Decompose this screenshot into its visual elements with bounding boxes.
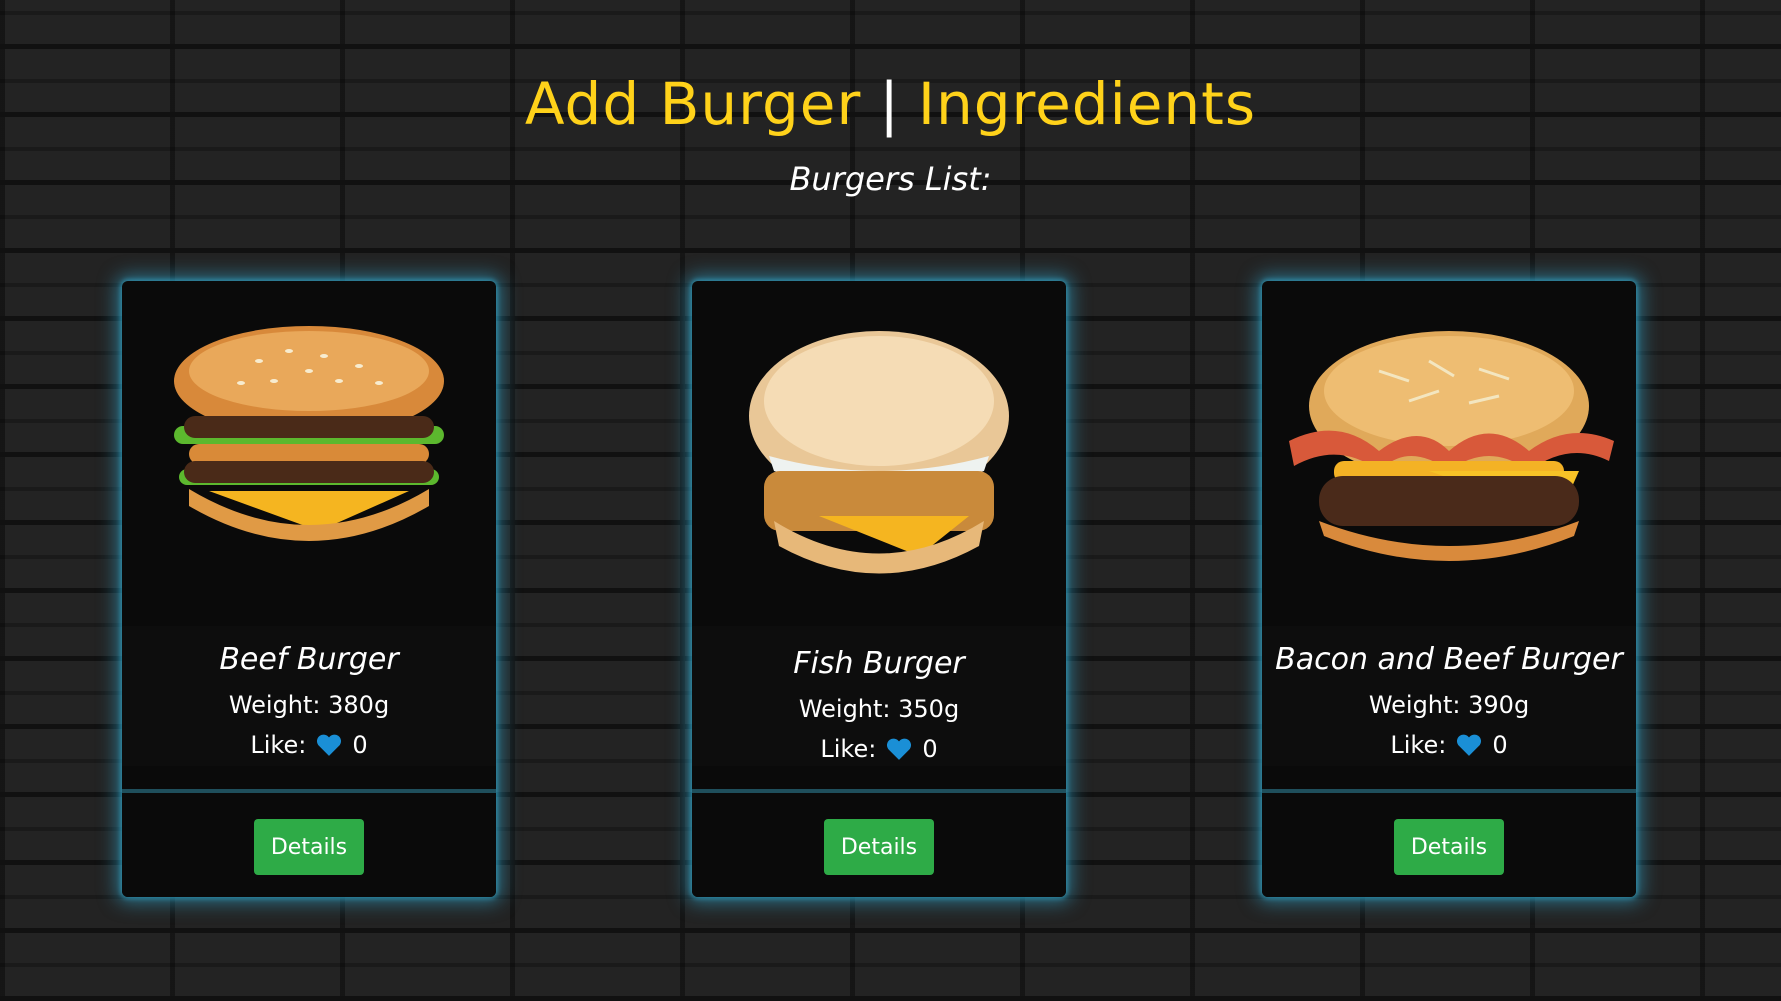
like-count: 0 bbox=[1492, 731, 1508, 759]
burger-weight: Weight: 390g bbox=[1368, 691, 1530, 719]
bacon-beef-burger-image bbox=[1289, 331, 1614, 561]
details-button[interactable]: Details bbox=[1394, 819, 1504, 875]
burger-weight: Weight: 380g bbox=[228, 691, 390, 719]
card-footer: Details bbox=[1262, 789, 1636, 897]
burger-info-fish: Fish Burger Weight: 350g Like: 0 bbox=[692, 626, 1066, 766]
add-burger-link[interactable]: Add Burger bbox=[525, 70, 861, 138]
burger-image-bacon-beef bbox=[1262, 281, 1636, 621]
heart-icon[interactable] bbox=[886, 737, 912, 761]
big-mac-burger-image bbox=[174, 326, 444, 541]
top-nav: Add Burger | Ingredients bbox=[0, 70, 1781, 138]
burger-card-beef: Beef Burger Weight: 380g Like: 0 Details bbox=[122, 281, 496, 897]
fish-burger-image bbox=[749, 331, 1009, 574]
burger-name: Fish Burger bbox=[793, 646, 965, 681]
burger-like: Like: 0 bbox=[692, 735, 1066, 763]
like-count: 0 bbox=[352, 731, 368, 759]
burger-image-fish bbox=[692, 281, 1066, 621]
burger-card-fish: Fish Burger Weight: 350g Like: 0 Details bbox=[692, 281, 1066, 897]
burger-image-beef bbox=[122, 281, 496, 621]
card-footer: Details bbox=[692, 789, 1066, 897]
details-button[interactable]: Details bbox=[254, 819, 364, 875]
burger-card-bacon-beef: Bacon and Beef Burger Weight: 390g Like:… bbox=[1262, 281, 1636, 897]
burger-name: Bacon and Beef Burger bbox=[1275, 642, 1623, 677]
like-label: Like: bbox=[1390, 731, 1447, 759]
burger-info-bacon-beef: Bacon and Beef Burger Weight: 390g Like:… bbox=[1262, 626, 1636, 766]
nav-separator: | bbox=[879, 70, 900, 138]
burger-like: Like: 0 bbox=[122, 731, 496, 759]
heart-icon[interactable] bbox=[316, 733, 342, 757]
burger-weight: Weight: 350g bbox=[798, 695, 960, 723]
burger-name: Beef Burger bbox=[219, 642, 399, 677]
like-label: Like: bbox=[820, 735, 877, 763]
like-count: 0 bbox=[922, 735, 938, 763]
burgers-list-title: Burgers List: bbox=[789, 160, 992, 198]
burger-like: Like: 0 bbox=[1262, 731, 1636, 759]
ingredients-link[interactable]: Ingredients bbox=[918, 70, 1256, 138]
details-button[interactable]: Details bbox=[824, 819, 934, 875]
burger-info-beef: Beef Burger Weight: 380g Like: 0 bbox=[122, 626, 496, 766]
heart-icon[interactable] bbox=[1456, 733, 1482, 757]
card-footer: Details bbox=[122, 789, 496, 897]
like-label: Like: bbox=[250, 731, 307, 759]
